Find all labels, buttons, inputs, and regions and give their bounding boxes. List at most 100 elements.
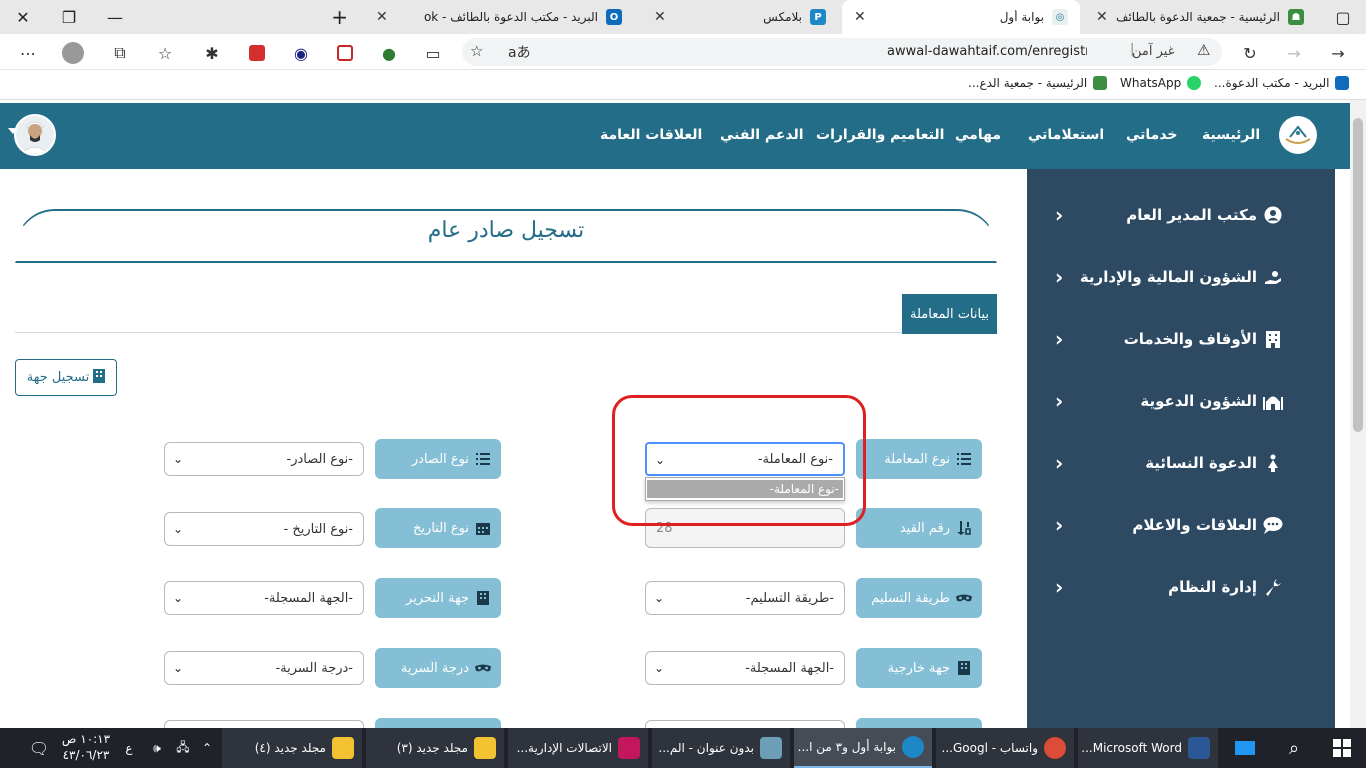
field-label: نوع الصادر <box>411 451 469 467</box>
tab-title: البريد - مكتب الدعوة بالطائف - ok <box>423 10 598 24</box>
sidebar-item-media[interactable]: العلاقات والاعلام ‹ <box>1027 505 1335 545</box>
transaction-type-label: نوع المعاملة <box>856 439 982 479</box>
next-row-label <box>375 718 501 728</box>
nav-my-services[interactable]: خدماتي <box>1126 127 1178 143</box>
nav-home[interactable]: الرئيسية <box>1202 127 1260 143</box>
sidebar-item-women-dawah[interactable]: الدعوة النسائية ‹ <box>1027 443 1335 483</box>
external-party-select[interactable]: -الجهة المسجلة- ⌄ <box>645 651 845 685</box>
read-aloud-icon[interactable]: aあ <box>508 42 531 62</box>
close-tab-icon[interactable]: ✕ <box>854 9 866 25</box>
adblock-icon[interactable] <box>244 40 270 66</box>
sidebar-item-system-admin[interactable]: إدارة النظام ‹ <box>1027 567 1335 607</box>
close-tab-icon[interactable]: ✕ <box>1096 9 1108 25</box>
taskbar-item-paint[interactable]: بدون عنوان - الم... <box>652 728 790 768</box>
building-icon <box>1263 329 1283 349</box>
back-icon[interactable]: → <box>1325 40 1351 66</box>
sidebar-item-label: الدعوة النسائية <box>1145 454 1257 472</box>
nav-circulars[interactable]: التعاميم والقرارات <box>816 127 944 143</box>
chevron-down-icon[interactable] <box>8 128 18 134</box>
sidebar-item-dawah[interactable]: الشؤون الدعوية ‹ <box>1027 381 1335 421</box>
issuing-party-select[interactable]: -الجهة المسجلة- ⌄ <box>164 581 364 615</box>
taskbar-item-access[interactable]: الاتصالات الإدارية... <box>508 728 648 768</box>
sidebar-item-general-manager[interactable]: مكتب المدير العام ‹ <box>1027 195 1335 235</box>
network-icon[interactable]: 🖧 <box>172 728 194 768</box>
bookmark-mail[interactable]: البريد - مكتب الدعوة... <box>1214 76 1350 90</box>
field-label: نوع المعاملة <box>884 451 950 467</box>
calendar-icon <box>475 520 491 536</box>
close-window-icon[interactable]: ✕ <box>0 0 46 34</box>
nav-my-tasks[interactable]: مهامي <box>955 127 1001 143</box>
association-icon: ☗ <box>1288 9 1304 25</box>
not-secure-label[interactable]: غير آمن <box>1132 44 1175 59</box>
sidebar-item-label: العلاقات والاعلام <box>1132 516 1257 534</box>
plamax-icon: P <box>810 9 826 25</box>
show-hidden-icons[interactable]: ⌃ <box>196 728 218 768</box>
browser-tab-plamax[interactable]: P بلامكس ✕ <box>642 0 838 34</box>
task-view-icon[interactable] <box>1222 728 1268 768</box>
taskbar-label: بدون عنوان - الم... <box>658 741 754 755</box>
page-icon[interactable]: ▭ <box>420 40 446 66</box>
browser-tab-home[interactable]: ☗ الرئيسية - جمعية الدعوة بالطائف ✕ <box>1084 0 1316 34</box>
collections-icon[interactable]: ⧉ <box>107 40 133 66</box>
tab-transaction-data[interactable]: بيانات المعاملة <box>902 294 997 334</box>
nav-public-relations[interactable]: العلاقات العامة <box>600 127 702 143</box>
restore-window-icon[interactable]: ❐ <box>46 0 92 34</box>
outgoing-type-select[interactable]: -نوع الصادر- ⌄ <box>164 442 364 476</box>
nav-tech-support[interactable]: الدعم الفني <box>720 127 804 143</box>
register-party-button[interactable]: تسجيل جهة <box>15 359 117 396</box>
sidebar-item-label: مكتب المدير العام <box>1126 206 1257 224</box>
sidebar-item-finance[interactable]: الشؤون المالية والإدارية ‹ <box>1027 257 1335 297</box>
add-favorite-icon[interactable]: ☆ <box>470 42 483 60</box>
bookmark-home[interactable]: الرئيسية - جمعية الدع... <box>968 76 1108 90</box>
video-download-icon[interactable] <box>332 40 358 66</box>
extension-o-icon[interactable]: ◉ <box>288 40 314 66</box>
input-language[interactable]: ع <box>118 728 140 768</box>
more-menu-icon[interactable]: ⋯ <box>15 40 41 66</box>
globe-extension-icon[interactable]: ● <box>376 40 402 66</box>
browser-tab-awwal[interactable]: ◎ بوابة أول ✕ <box>842 0 1080 34</box>
word-icon <box>1188 737 1210 759</box>
browser-tab-mail[interactable]: O البريد - مكتب الدعوة بالطائف - ok ✕ <box>364 0 634 34</box>
volume-icon[interactable]: 🕪 <box>146 728 168 768</box>
browser-toolbar: ⋯ ⧉ ☆ ✱ ◉ ● ▭ ☆ aあ awwal-dawahtaif.com/e… <box>0 34 1366 70</box>
extensions-icon[interactable]: ✱ <box>199 40 225 66</box>
windows-start-icon[interactable] <box>1318 728 1366 768</box>
notifications-icon[interactable]: 🗨 <box>24 728 54 768</box>
sidebar: مكتب المدير العام ‹ الشؤون المالية والإد… <box>1027 169 1335 728</box>
user-avatar[interactable] <box>14 114 56 156</box>
confidentiality-select[interactable]: -درجة السرية- ⌄ <box>164 651 364 685</box>
favorites-icon[interactable]: ☆ <box>152 40 178 66</box>
register-party-label: تسجيل جهة <box>26 370 90 385</box>
taskbar-item-folder-4[interactable]: مجلد جديد (٤) <box>222 728 362 768</box>
search-icon[interactable]: ⌕ <box>1272 728 1316 768</box>
delivery-method-select[interactable]: -طريقة التسليم- ⌄ <box>645 581 845 615</box>
taskbar-item-folder-3[interactable]: مجلد جديد (٣) <box>366 728 504 768</box>
new-tab-button[interactable]: + <box>326 0 360 34</box>
close-tab-icon[interactable]: ✕ <box>376 9 388 25</box>
taskbar-item-word[interactable]: Microsoft Word... <box>1078 728 1218 768</box>
sidebar-item-endowments[interactable]: الأوقاف والخدمات ‹ <box>1027 319 1335 359</box>
warning-icon[interactable]: ⚠ <box>1197 41 1210 59</box>
refresh-icon[interactable]: ↻ <box>1237 40 1263 66</box>
page-scrollbar-thumb[interactable] <box>1353 118 1363 432</box>
chevron-down-icon: ⌄ <box>173 661 184 675</box>
bookmark-whatsapp[interactable]: WhatsApp <box>1120 76 1202 90</box>
bookmark-label: البريد - مكتب الدعوة... <box>1214 76 1330 90</box>
close-tab-icon[interactable]: ✕ <box>654 9 666 25</box>
date-type-select[interactable]: -نوع التاريخ - ⌄ <box>164 512 364 546</box>
forward-icon[interactable]: → <box>1281 40 1307 66</box>
site-logo[interactable] <box>1279 116 1317 154</box>
url-text[interactable]: awwal-dawahtaif.com/enregistrer-tre <box>887 44 1087 59</box>
issuing-party-label: جهة التحرير <box>375 578 501 618</box>
taskbar-item-edge[interactable]: بوابة أول و٣ من ا... <box>794 728 932 768</box>
wrench-icon <box>1263 577 1283 597</box>
chat-icon <box>1263 515 1283 535</box>
nav-my-queries[interactable]: استعلاماتي <box>1028 127 1104 143</box>
taskbar-item-chrome[interactable]: واتساب - Googl... <box>936 728 1074 768</box>
profile-icon[interactable] <box>60 40 86 66</box>
chevron-left-icon: ‹ <box>1055 389 1064 413</box>
system-clock[interactable]: ١٠:١٣ ص ٤٣/٠٦/٢٣ <box>58 731 114 763</box>
address-bar[interactable]: ☆ aあ awwal-dawahtaif.com/enregistrer-tre… <box>462 38 1222 66</box>
minimize-window-icon[interactable]: — <box>92 0 138 34</box>
tab-actions-icon[interactable]: ▢ <box>1320 0 1366 34</box>
